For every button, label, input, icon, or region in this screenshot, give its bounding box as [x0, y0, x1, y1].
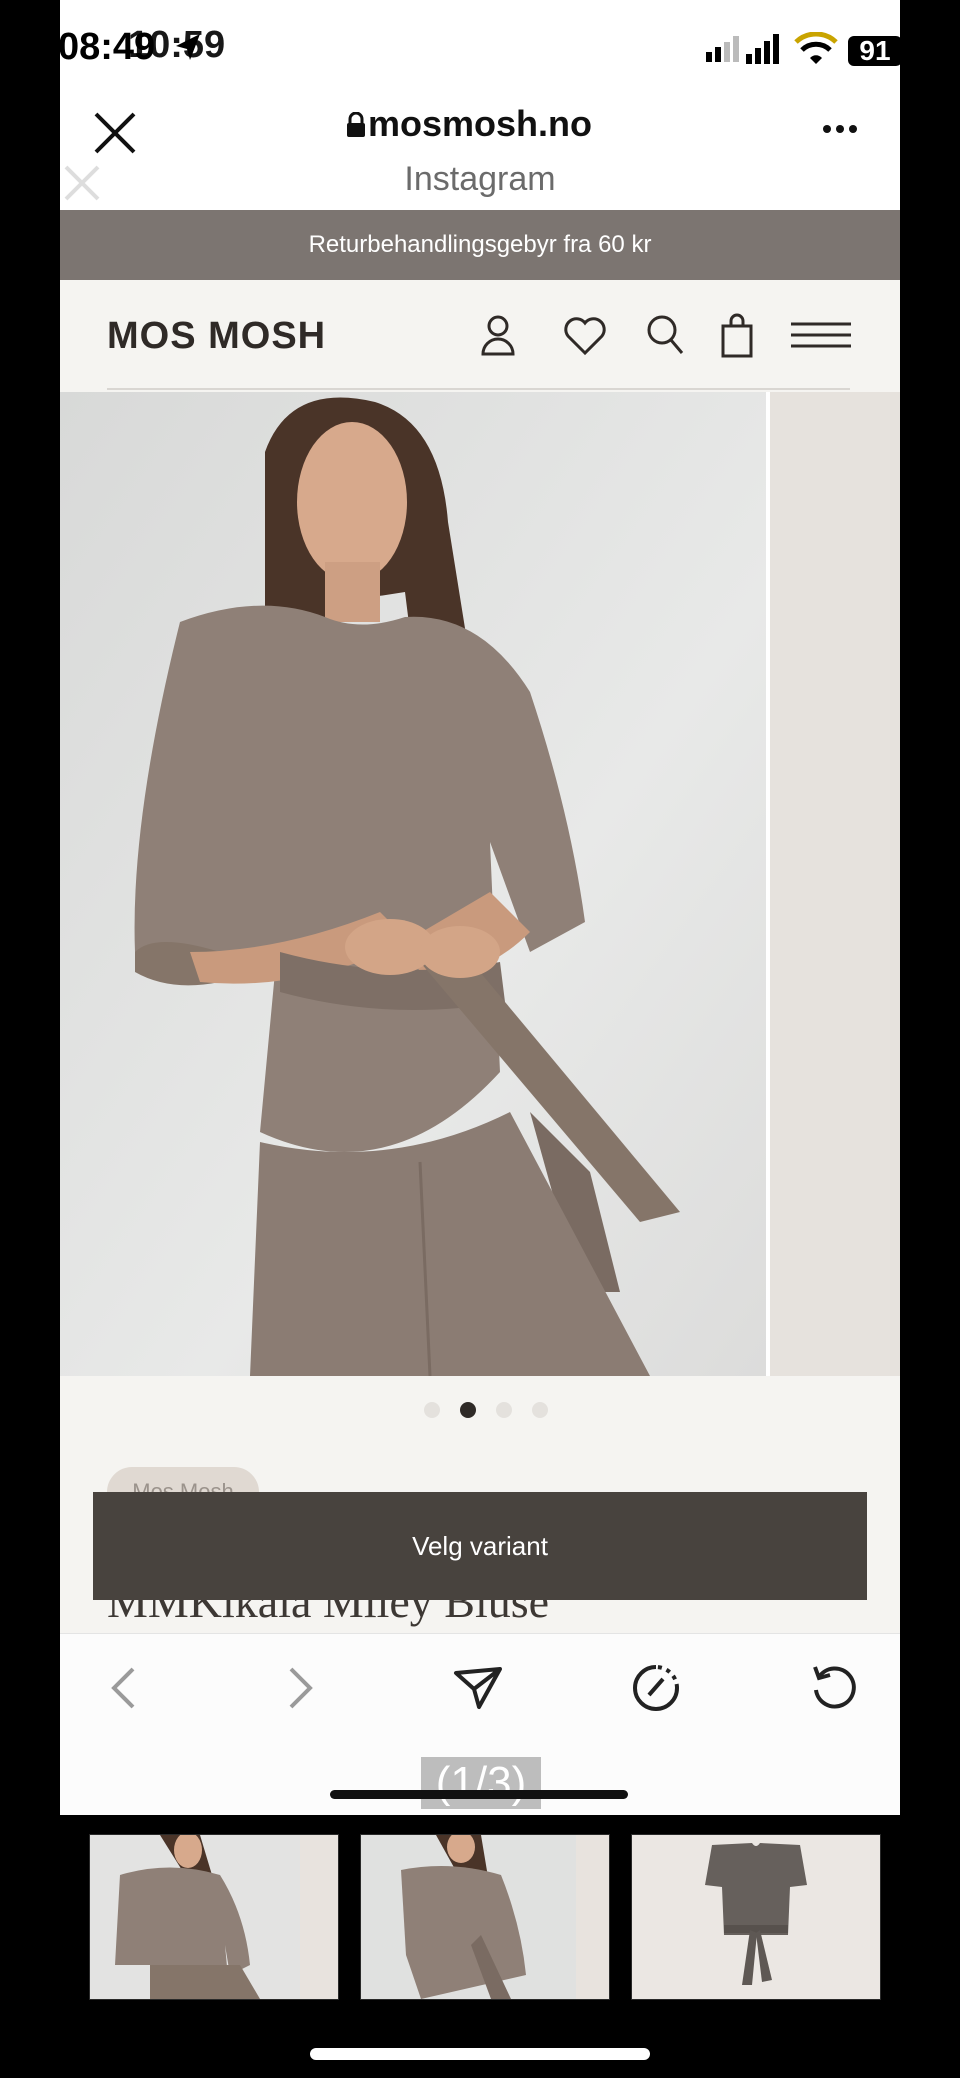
back-arrow-icon — [111, 1667, 135, 1709]
domain-text: mosmosh.no — [367, 103, 592, 144]
gallery-dot[interactable] — [424, 1402, 440, 1418]
forward-arrow-icon — [289, 1667, 313, 1709]
status-bar: 08:49 10:59 91 — [60, 0, 900, 100]
thumbnail-image — [90, 1835, 338, 1999]
thumbnail-3[interactable] — [631, 1834, 881, 2000]
battery-indicator: 91 — [848, 35, 900, 66]
gallery-dot[interactable] — [460, 1402, 476, 1418]
site-header: MOS MOSH — [60, 280, 900, 392]
heart-icon[interactable] — [563, 316, 607, 356]
bag-icon[interactable] — [720, 312, 754, 358]
share-icon — [454, 1667, 502, 1709]
announcement-bar: Returbehandlingsgebyr fra 60 kr — [60, 210, 900, 280]
signal-bars-icon — [746, 34, 779, 64]
next-image-peek[interactable] — [770, 392, 900, 1376]
speed-icon — [633, 1665, 679, 1711]
forward-button[interactable] — [272, 1660, 328, 1716]
browser-source: Instagram — [404, 160, 556, 198]
home-indicator — [330, 1790, 628, 1799]
thumbnail-image — [632, 1835, 880, 1999]
location-arrow-icon — [176, 34, 200, 60]
search-icon[interactable] — [645, 313, 685, 357]
model-photo — [60, 392, 766, 1376]
gallery-dot[interactable] — [496, 1402, 512, 1418]
select-variant-label: Velg variant — [412, 1530, 548, 1561]
speed-button[interactable] — [628, 1660, 684, 1716]
share-button[interactable] — [450, 1660, 506, 1716]
browser-domain[interactable]: mosmosh.no — [60, 103, 900, 145]
select-variant-button[interactable]: Velg variant — [93, 1492, 867, 1600]
menu-icon[interactable] — [790, 320, 852, 350]
system-home-indicator — [310, 2048, 650, 2060]
gallery-dot[interactable] — [532, 1402, 548, 1418]
site-logo[interactable]: MOS MOSH — [107, 315, 326, 358]
announcement-text: Returbehandlingsgebyr fra 60 kr — [308, 231, 652, 258]
header-divider — [107, 388, 850, 390]
reload-icon — [813, 1666, 856, 1709]
user-icon[interactable] — [480, 314, 516, 356]
signal-icon — [706, 36, 739, 62]
thumbnail-image — [361, 1835, 609, 1999]
phone-screen: 08:49 10:59 91 mosmosh.no Instagram Retu… — [60, 0, 900, 1815]
image-counter: (1/3) — [421, 1757, 541, 1809]
product-image[interactable] — [60, 392, 766, 1376]
thumbnail-2[interactable] — [360, 1834, 610, 2000]
thumbnail-1[interactable] — [89, 1834, 339, 2000]
back-button[interactable] — [96, 1660, 152, 1716]
wifi-icon — [794, 32, 838, 64]
reload-button[interactable] — [806, 1660, 862, 1716]
more-options-icon[interactable] — [822, 124, 858, 134]
